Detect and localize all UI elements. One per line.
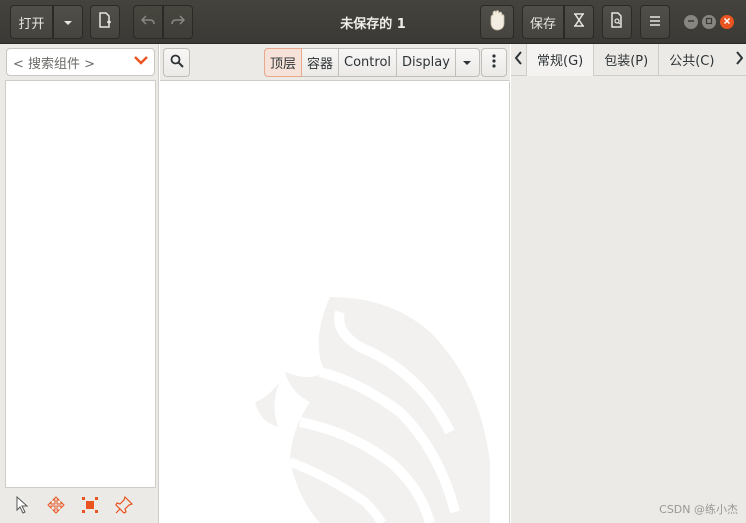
chevron-down-icon [462, 55, 472, 70]
margin-icon [81, 496, 99, 518]
vertical-dots-icon [492, 53, 496, 72]
tab-general[interactable]: 常规(G) [526, 43, 595, 76]
maximize-button[interactable] [702, 15, 716, 29]
tab-packing[interactable]: 包装(P) [594, 43, 660, 76]
hourglass-icon [573, 13, 585, 31]
new-file-icon [98, 12, 112, 32]
chevron-right-icon [735, 50, 743, 69]
undo-icon [140, 14, 155, 30]
chevron-down-icon[interactable] [134, 53, 148, 69]
save-button[interactable]: 保存 [522, 5, 564, 39]
category-toplevel-button[interactable]: 顶层 [264, 48, 303, 77]
csdn-watermark: CSDN @练小杰 [659, 503, 738, 516]
save-as-button[interactable] [564, 5, 594, 39]
pointer-arrow-icon [15, 495, 29, 518]
category-display-button[interactable]: Display [397, 48, 456, 77]
new-file-button[interactable] [90, 5, 120, 39]
minimize-button[interactable] [684, 15, 698, 29]
close-icon [723, 17, 731, 28]
tabs-scroll-right-button[interactable] [731, 44, 746, 76]
glade-logo-watermark-icon [255, 297, 490, 523]
more-options-button[interactable] [481, 48, 507, 77]
maximize-icon [705, 17, 713, 28]
preview-button[interactable] [480, 5, 514, 39]
design-canvas[interactable] [160, 82, 510, 523]
widget-search-combo[interactable]: < 搜索组件 > [6, 48, 155, 76]
minimize-icon [687, 17, 695, 28]
header-bar: 打开 未保存的 1 保存 [0, 0, 746, 44]
widget-list[interactable] [5, 80, 156, 488]
undo-button[interactable] [133, 5, 163, 39]
chevron-left-icon [514, 50, 523, 69]
widget-palette-panel: < 搜索组件 > [0, 44, 159, 523]
pointer-tool-button[interactable] [5, 494, 39, 520]
category-control-button[interactable]: Control [339, 48, 398, 77]
search-button[interactable] [163, 48, 190, 77]
redo-button[interactable] [163, 5, 193, 39]
menu-button[interactable] [640, 5, 670, 39]
property-editor-panel: 常规(G) 包装(P) 公共(C) CSDN @练小杰 [511, 43, 746, 523]
drag-resize-tool-button[interactable] [39, 494, 73, 520]
widget-category-tabs: 顶层 容器 Control Display [264, 48, 480, 77]
margin-tool-button[interactable] [73, 494, 107, 520]
chevron-down-icon [63, 15, 73, 30]
close-button[interactable] [720, 15, 734, 29]
tabs-scroll-left-button[interactable] [511, 44, 526, 76]
open-button[interactable]: 打开 [10, 5, 53, 39]
open-label: 打开 [18, 16, 45, 32]
document-search-icon [610, 12, 624, 32]
category-containers-button[interactable]: 容器 [302, 48, 340, 77]
hamburger-menu-icon [649, 15, 661, 30]
glade-hand-icon [487, 9, 507, 35]
pin-icon [115, 495, 134, 518]
workspace-toolbar: 顶层 容器 Control Display [160, 44, 510, 81]
widget-search-placeholder: < 搜索组件 > [13, 56, 96, 72]
category-more-dropdown[interactable] [455, 48, 480, 77]
palette-tools [5, 494, 156, 520]
redo-icon [171, 14, 186, 30]
tab-common[interactable]: 公共(C) [659, 44, 724, 76]
save-label: 保存 [529, 16, 556, 32]
search-icon [170, 54, 184, 72]
move-arrows-icon [47, 496, 65, 518]
window-title: 未保存的 1 [340, 16, 406, 32]
open-recent-dropdown-button[interactable] [53, 5, 83, 39]
property-tabs: 常规(G) 包装(P) 公共(C) [511, 43, 746, 76]
alignment-tool-button[interactable] [107, 494, 141, 520]
document-properties-button[interactable] [602, 5, 632, 39]
